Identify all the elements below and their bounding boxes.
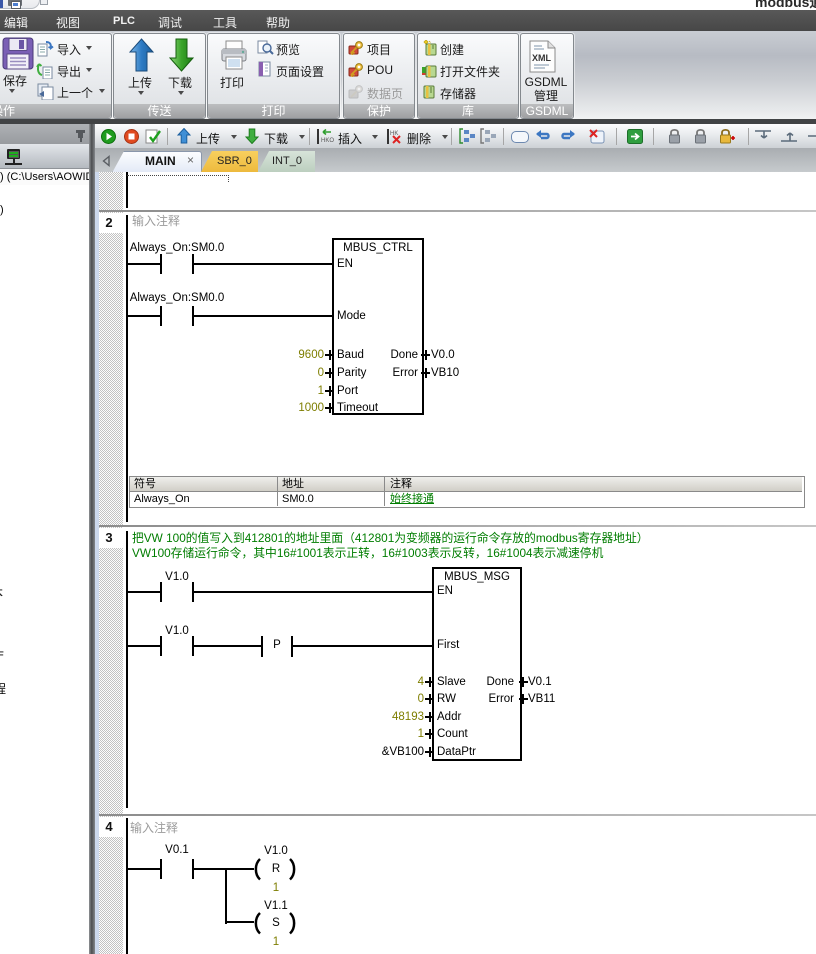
svg-text:XML: XML (532, 53, 552, 63)
svg-text:HKO: HKO (321, 138, 334, 144)
